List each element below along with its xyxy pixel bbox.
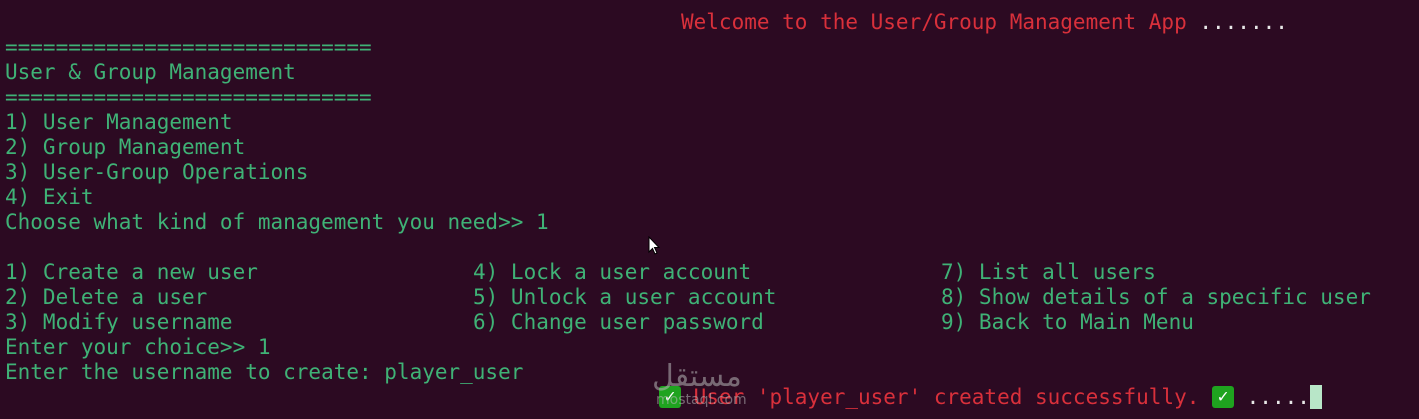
watermark-site: mostaql.com [656,392,747,408]
main-menu-item-group-management: 2) Group Management [5,135,246,159]
separator-bottom: ============================= [5,85,372,109]
welcome-dots: ....... [1186,10,1288,34]
main-menu-item-exit: 4) Exit [5,185,94,209]
main-menu-item-user-group-operations: 3) User-Group Operations [5,160,309,184]
welcome-text: Welcome to the User/Group Management App [681,10,1187,34]
mouse-pointer-icon [648,236,660,255]
watermark-arabic: مستقل [652,359,742,394]
result-dots: ..... [1234,385,1310,409]
watermark-logo: مستقل mostaql.com [652,360,772,412]
user-menu-item-lock: 4) Lock a user account [473,260,752,284]
check-icon: ✓ [1212,385,1235,408]
user-menu-item-list: 7) List all users [941,260,1156,284]
user-menu-item-create: 1) Create a new user [5,260,258,284]
separator-top: ============================= [5,35,372,59]
choice-prompt: Enter your choice>> 1 [5,335,271,359]
user-menu-item-change-password: 6) Change user password [473,310,764,334]
user-menu-item-delete: 2) Delete a user [5,285,208,309]
welcome-line: Welcome to the User/Group Management App… [681,10,1288,35]
user-menu-item-show-details: 8) Show details of a specific user [941,285,1371,309]
user-menu-item-back: 9) Back to Main Menu [941,310,1194,334]
management-prompt: Choose what kind of management you need>… [5,210,549,234]
terminal-window[interactable]: Welcome to the User/Group Management App… [0,0,1419,419]
username-prompt: Enter the username to create: player_use… [5,360,524,384]
user-menu-item-modify: 3) Modify username [5,310,233,334]
cursor-block [1309,384,1322,409]
menu-title: User & Group Management [5,60,296,84]
user-menu-item-unlock: 5) Unlock a user account [473,285,777,309]
main-menu-item-user-management: 1) User Management [5,110,233,134]
